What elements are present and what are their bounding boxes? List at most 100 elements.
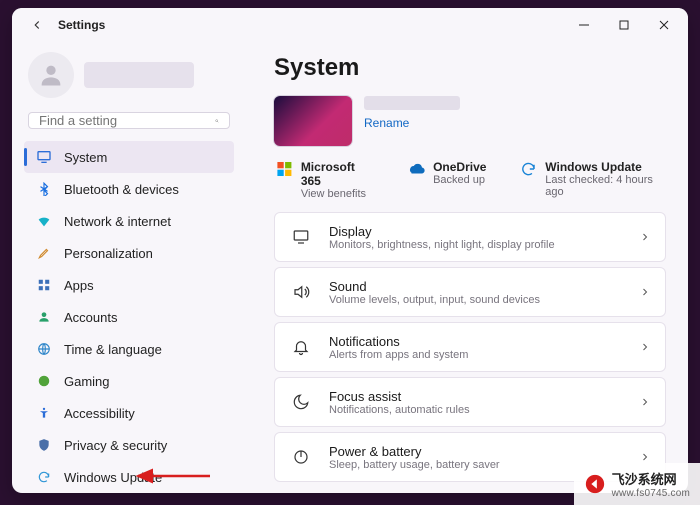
minimize-button[interactable] [564,9,604,41]
apps-icon [36,277,52,293]
sidebar-item-label: Apps [64,278,94,293]
gaming-icon [36,373,52,389]
info-sub: Last checked: 4 hours ago [545,174,666,198]
settings-cards: Display Monitors, brightness, night ligh… [274,212,666,482]
info-title: OneDrive [433,160,486,174]
info-strip: Microsoft 365 View benefits OneDrive Bac… [274,160,666,200]
maximize-icon [619,20,629,30]
watermark-logo-icon [584,473,606,495]
wifi-icon [36,213,52,229]
sidebar: System Bluetooth & devices Network & int… [12,42,244,493]
back-arrow-icon [30,18,44,32]
device-info: Rename [364,96,460,130]
watermark-sub: www.fs0745.com [612,488,690,499]
content: System Bluetooth & devices Network & int… [12,42,688,493]
maximize-button[interactable] [604,9,644,41]
info-sub: Backed up [433,174,486,186]
info-title: Microsoft 365 [301,160,373,188]
search-box[interactable] [28,112,230,129]
power-icon [291,447,311,467]
window-controls [564,9,684,41]
card-sub: Alerts from apps and system [329,349,621,361]
update-icon [520,160,537,178]
window-title: Settings [58,18,105,32]
card-display[interactable]: Display Monitors, brightness, night ligh… [274,212,666,262]
titlebar: Settings [12,8,688,42]
card-sub: Notifications, automatic rules [329,404,621,416]
sidebar-item-label: Accounts [64,310,117,325]
bluetooth-icon [36,181,52,197]
sidebar-item-apps[interactable]: Apps [24,269,234,301]
onedrive-icon [407,160,425,178]
sidebar-item-label: Personalization [64,246,153,261]
chevron-right-icon [639,286,651,298]
sidebar-item-privacy[interactable]: Privacy & security [24,429,234,461]
card-notifications[interactable]: Notifications Alerts from apps and syste… [274,322,666,372]
card-title: Notifications [329,334,621,349]
sidebar-item-label: System [64,150,107,165]
bell-icon [291,337,311,357]
info-m365[interactable]: Microsoft 365 View benefits [276,160,373,200]
search-icon [215,114,219,128]
device-row: Rename [274,96,666,146]
chevron-right-icon [639,341,651,353]
settings-window: Settings System [12,8,688,493]
device-thumbnail[interactable] [274,96,352,146]
brush-icon [36,245,52,261]
profile-name-placeholder [84,62,194,88]
card-title: Focus assist [329,389,621,404]
monitor-icon [291,227,311,247]
close-icon [659,20,669,30]
person-icon [37,61,65,89]
close-button[interactable] [644,9,684,41]
person-icon [36,309,52,325]
sidebar-item-gaming[interactable]: Gaming [24,365,234,397]
globe-icon [36,341,52,357]
sidebar-item-time-language[interactable]: Time & language [24,333,234,365]
sidebar-item-bluetooth[interactable]: Bluetooth & devices [24,173,234,205]
watermark-text: 飞沙系统网 [612,469,690,488]
sidebar-item-label: Privacy & security [64,438,167,453]
info-windows-update[interactable]: Windows Update Last checked: 4 hours ago [520,160,666,200]
chevron-right-icon [639,231,651,243]
card-sub: Monitors, brightness, night light, displ… [329,239,621,251]
search-input[interactable] [39,113,215,128]
sidebar-item-network[interactable]: Network & internet [24,205,234,237]
rename-link[interactable]: Rename [364,116,460,130]
red-arrow-callout [132,467,212,485]
back-button[interactable] [24,12,50,38]
watermark: 飞沙系统网 www.fs0745.com [574,463,700,505]
sound-icon [291,282,311,302]
sidebar-item-system[interactable]: System [24,141,234,173]
profile-block[interactable] [24,48,244,112]
info-onedrive[interactable]: OneDrive Backed up [407,160,486,200]
card-sound[interactable]: Sound Volume levels, output, input, soun… [274,267,666,317]
info-sub: View benefits [301,188,373,200]
sidebar-item-label: Accessibility [64,406,135,421]
main-panel: System Rename Microsoft 365 View benefit… [244,42,688,493]
sidebar-item-label: Gaming [64,374,110,389]
m365-icon [276,160,293,178]
card-title: Sound [329,279,621,294]
sidebar-item-label: Network & internet [64,214,171,229]
sidebar-item-accounts[interactable]: Accounts [24,301,234,333]
accessibility-icon [36,405,52,421]
card-focus-assist[interactable]: Focus assist Notifications, automatic ru… [274,377,666,427]
nav-list: System Bluetooth & devices Network & int… [24,141,244,493]
shield-icon [36,437,52,453]
info-title: Windows Update [545,160,666,174]
card-title: Power & battery [329,444,621,459]
sidebar-item-label: Bluetooth & devices [64,182,179,197]
minimize-icon [579,20,589,30]
moon-icon [291,392,311,412]
chevron-right-icon [639,451,651,463]
device-name-placeholder [364,96,460,110]
chevron-right-icon [639,396,651,408]
card-sub: Volume levels, output, input, sound devi… [329,294,621,306]
update-icon [36,469,52,485]
sidebar-item-personalization[interactable]: Personalization [24,237,234,269]
card-title: Display [329,224,621,239]
monitor-icon [36,149,52,165]
sidebar-item-accessibility[interactable]: Accessibility [24,397,234,429]
avatar [28,52,74,98]
